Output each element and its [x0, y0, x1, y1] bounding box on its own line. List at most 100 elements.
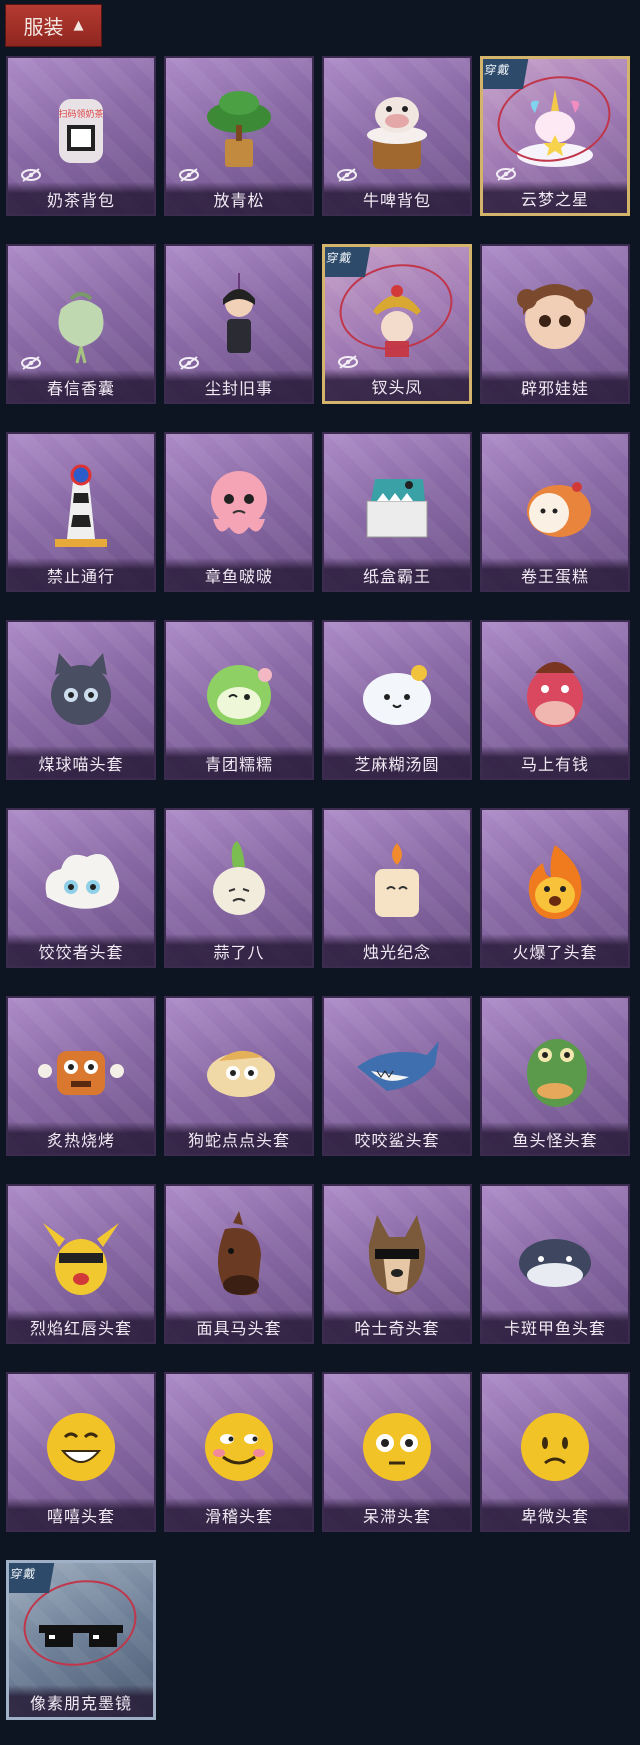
costume-name: 辟邪娃娃 [482, 370, 628, 402]
costume-name: 炙热烧烤 [8, 1122, 154, 1154]
costume-card[interactable]: 禁止通行 [6, 432, 156, 592]
costume-card[interactable]: 狗蛇点点头套 [164, 996, 314, 1156]
snake-head-icon [189, 1021, 289, 1125]
costume-card[interactable]: 辟邪娃娃 [480, 244, 630, 404]
costume-name: 哈士奇头套 [324, 1310, 470, 1342]
costume-card[interactable]: 烈焰红唇头套 [6, 1184, 156, 1344]
costume-card[interactable]: 章鱼啵啵 [164, 432, 314, 592]
costume-name: 芝麻糊汤圆 [324, 746, 470, 778]
costume-card[interactable]: 火爆了头套 [480, 808, 630, 968]
whale-head-icon [505, 1209, 605, 1313]
costume-card[interactable]: 炙热烧烤 [6, 996, 156, 1156]
costume-card[interactable]: 鱼头怪头套 [480, 996, 630, 1156]
costume-card[interactable]: 扫码领奶茶 奶茶背包 [6, 56, 156, 216]
yellow-mouse-head-icon [31, 1209, 131, 1313]
costume-card[interactable]: 嘻嘻头套 [6, 1372, 156, 1532]
costume-name: 火爆了头套 [482, 934, 628, 966]
chevron-up-icon: ▲ [73, 18, 84, 33]
costume-card[interactable]: 青团糯糯 [164, 620, 314, 780]
dumpling-head-icon [31, 833, 131, 937]
costume-card[interactable]: 马上有钱 [480, 620, 630, 780]
costume-card[interactable]: 穿戴 云梦之星 [480, 56, 630, 216]
roll-cake-icon [505, 457, 605, 561]
costume-name: 蒜了八 [166, 934, 312, 966]
costume-card[interactable]: 滑稽头套 [164, 1372, 314, 1532]
costume-name: 青团糯糯 [166, 746, 312, 778]
horse-head-icon [505, 645, 605, 749]
svg-text:扫码领奶茶: 扫码领奶茶 [58, 108, 103, 120]
costume-card[interactable]: 春信香囊 [6, 244, 156, 404]
smirk-emoji-icon [189, 1397, 289, 1501]
costume-name: 滑稽头套 [166, 1498, 312, 1530]
traffic-cone-icon [31, 457, 131, 561]
bbq-meat-icon [31, 1021, 131, 1125]
costume-name: 卷王蛋糕 [482, 558, 628, 590]
costume-card[interactable]: 烛光纪念 [322, 808, 472, 968]
cat-head-icon [31, 645, 131, 749]
costume-card[interactable]: 呆滞头套 [322, 1372, 472, 1532]
figurine-charm-icon [189, 269, 289, 373]
dazed-emoji-icon [347, 1397, 447, 1501]
eye-slash-icon[interactable] [20, 168, 42, 182]
worn-badge: 穿戴 [9, 1563, 55, 1593]
costume-card[interactable]: 煤球喵头套 [6, 620, 156, 780]
costume-card[interactable]: 蒜了八 [164, 808, 314, 968]
costume-name: 钗头凤 [325, 369, 469, 401]
costume-name: 饺饺者头套 [8, 934, 154, 966]
costume-card[interactable]: 穿戴 钗头凤 [322, 244, 472, 404]
costume-card[interactable]: 尘封旧事 [164, 244, 314, 404]
grin-emoji-icon [31, 1397, 131, 1501]
costume-card[interactable]: 芝麻糊汤圆 [322, 620, 472, 780]
husky-head-icon [347, 1209, 447, 1313]
costume-card[interactable]: 穿戴 像素朋克墨镜 [6, 1560, 156, 1720]
costume-name: 面具马头套 [166, 1310, 312, 1342]
sachet-icon [31, 269, 131, 373]
costume-card[interactable]: 面具马头套 [164, 1184, 314, 1344]
costume-name: 像素朋克墨镜 [9, 1685, 153, 1717]
eye-slash-icon[interactable] [178, 168, 200, 182]
eye-slash-icon[interactable] [178, 356, 200, 370]
octopus-icon [189, 457, 289, 561]
costume-name: 禁止通行 [8, 558, 154, 590]
costume-card[interactable]: 饺饺者头套 [6, 808, 156, 968]
costume-section-toggle[interactable]: 服装 ▲ [5, 4, 102, 47]
candle-icon [347, 833, 447, 937]
garlic-icon [189, 833, 289, 937]
shark-icon [347, 1021, 447, 1125]
costume-name: 章鱼啵啵 [166, 558, 312, 590]
worn-badge: 穿戴 [325, 247, 371, 277]
section-title: 服装 [23, 15, 64, 39]
costume-card[interactable]: 咬咬鲨头套 [322, 996, 472, 1156]
costume-name: 卑微头套 [482, 1498, 628, 1530]
costume-card[interactable]: 卑微头套 [480, 1372, 630, 1532]
costume-card[interactable]: 牛啤背包 [322, 56, 472, 216]
costume-name: 奶茶背包 [8, 182, 154, 214]
eye-slash-icon[interactable] [336, 168, 358, 182]
eye-slash-icon[interactable] [495, 167, 517, 181]
cow-beer-backpack-icon [347, 81, 447, 185]
costume-name: 春信香囊 [8, 370, 154, 402]
costume-card[interactable]: 卷王蛋糕 [480, 432, 630, 592]
flame-head-icon [505, 833, 605, 937]
worn-badge: 穿戴 [483, 59, 529, 89]
eye-slash-icon[interactable] [337, 355, 359, 369]
costume-card[interactable]: 哈士奇头套 [322, 1184, 472, 1344]
costume-name: 呆滞头套 [324, 1498, 470, 1530]
eye-slash-icon[interactable] [20, 356, 42, 370]
costume-card[interactable]: 纸盒霸王 [322, 432, 472, 592]
costume-name: 牛啤背包 [324, 182, 470, 214]
fish-head-icon [505, 1021, 605, 1125]
costume-name: 马上有钱 [482, 746, 628, 778]
costume-name: 纸盒霸王 [324, 558, 470, 590]
milk-tea-backpack-icon: 扫码领奶茶 [31, 81, 131, 185]
humble-emoji-icon [505, 1397, 605, 1501]
horse-mask-icon [189, 1209, 289, 1313]
costume-card[interactable]: 放青松 [164, 56, 314, 216]
doll-head-icon [505, 269, 605, 373]
green-mochi-icon [189, 645, 289, 749]
costume-name: 嘻嘻头套 [8, 1498, 154, 1530]
costume-name: 放青松 [166, 182, 312, 214]
costume-card[interactable]: 卡斑甲鱼头套 [480, 1184, 630, 1344]
costume-name: 煤球喵头套 [8, 746, 154, 778]
costume-name: 烛光纪念 [324, 934, 470, 966]
